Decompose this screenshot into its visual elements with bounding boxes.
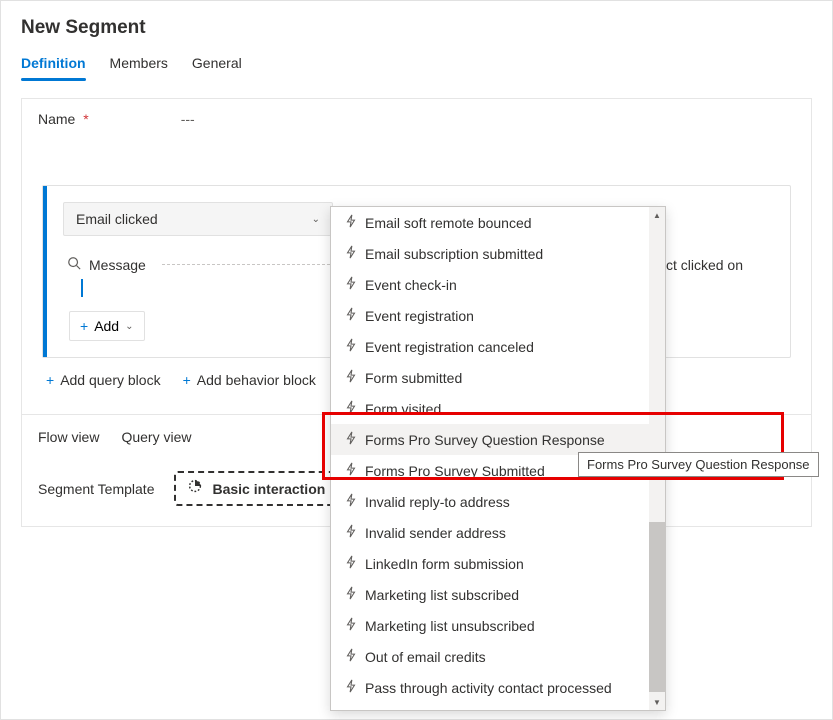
dropdown-item[interactable]: Event registration — [331, 300, 665, 331]
dropdown-item-label: Event check-in — [365, 277, 457, 293]
scroll-down-arrow-icon[interactable]: ▼ — [649, 694, 665, 710]
tab-members[interactable]: Members — [110, 49, 168, 81]
dropdown-item-label: Email subscription submitted — [365, 246, 543, 262]
tab-definition[interactable]: Definition — [21, 49, 86, 81]
dropdown-item[interactable]: Event registration canceled — [331, 331, 665, 362]
lightning-icon — [345, 555, 357, 572]
lightning-icon — [345, 493, 357, 510]
add-condition-button[interactable]: + Add ⌄ — [69, 311, 145, 341]
dropdown-item[interactable]: Email soft remote bounced — [331, 207, 665, 238]
dropdown-item[interactable]: Form visited — [331, 393, 665, 424]
lightning-icon — [345, 679, 357, 696]
query-block-accent — [43, 186, 47, 357]
dropdown-item-label: Forms Pro Survey Question Response — [365, 432, 605, 448]
scroll-up-arrow-icon[interactable]: ▲ — [649, 207, 665, 223]
plus-icon: + — [46, 372, 54, 388]
dropdown-item[interactable]: Forms Pro Survey Question Response — [331, 424, 665, 455]
dropdown-item[interactable]: Pass through activity contact processed — [331, 672, 665, 703]
lightning-icon — [345, 338, 357, 355]
plus-icon: + — [183, 372, 191, 388]
event-selected-label: Email clicked — [76, 211, 158, 227]
dropdown-item-tooltip: Forms Pro Survey Question Response — [578, 452, 819, 477]
required-indicator: * — [83, 111, 88, 127]
template-name-label: Basic interaction — [212, 481, 325, 497]
dropdown-item[interactable]: Invalid reply-to address — [331, 486, 665, 517]
add-button-label: Add — [94, 318, 119, 334]
dropdown-item-label: Out of email credits — [365, 649, 486, 665]
dropdown-item-label: Form visited — [365, 401, 441, 417]
add-query-block-button[interactable]: + Add query block — [46, 372, 161, 388]
dropdown-item[interactable]: Form submitted — [331, 362, 665, 393]
dropdown-item-label: LinkedIn form submission — [365, 556, 524, 572]
name-label: Name — [38, 111, 75, 127]
dropdown-item-label: Pass through activity contact processed — [365, 680, 612, 696]
page-title: New Segment — [1, 1, 832, 49]
lightning-icon — [345, 431, 357, 448]
segment-template-pill[interactable]: Basic interaction — [174, 471, 337, 506]
dropdown-item-label: Email soft remote bounced — [365, 215, 532, 231]
dropdown-item[interactable]: Out of email credits — [331, 641, 665, 672]
name-field-value[interactable]: --- — [181, 111, 195, 127]
flow-view-link[interactable]: Flow view — [38, 429, 99, 445]
template-icon — [186, 477, 204, 500]
event-selector[interactable]: Email clicked ⌄ — [63, 202, 333, 236]
dropdown-item[interactable]: LinkedIn form submission — [331, 548, 665, 579]
dropdown-item[interactable]: Marketing list unsubscribed — [331, 610, 665, 641]
segment-template-label: Segment Template — [38, 481, 154, 497]
dropdown-item-label: Invalid reply-to address — [365, 494, 510, 510]
dropdown-item-label: Form submitted — [365, 370, 462, 386]
dropdown-item[interactable]: Event check-in — [331, 269, 665, 300]
dropdown-scrollbar-thumb[interactable] — [649, 522, 665, 692]
dropdown-item[interactable]: Redirect link clicked — [331, 703, 665, 710]
lightning-icon — [345, 462, 357, 479]
query-view-link[interactable]: Query view — [121, 429, 191, 445]
lightning-icon — [345, 586, 357, 603]
dropdown-item-label: Event registration canceled — [365, 339, 534, 355]
dropdown-item-label: Marketing list subscribed — [365, 587, 519, 603]
lightning-icon — [345, 648, 357, 665]
add-behavior-block-button[interactable]: + Add behavior block — [183, 372, 316, 388]
message-label[interactable]: Message — [89, 257, 146, 273]
chevron-down-icon: ⌄ — [125, 321, 133, 332]
lightning-icon — [345, 617, 357, 634]
add-behavior-block-label: Add behavior block — [197, 372, 316, 388]
dropdown-item[interactable]: Invalid sender address — [331, 517, 665, 548]
dropdown-item-label: Forms Pro Survey Submitted — [365, 463, 545, 479]
dropdown-item-label: Marketing list unsubscribed — [365, 618, 535, 634]
lightning-icon — [345, 369, 357, 386]
name-field-row: Name * --- — [22, 99, 811, 139]
connector-bar — [81, 279, 83, 297]
search-icon — [67, 256, 81, 273]
dropdown-item-label: Event registration — [365, 308, 474, 324]
lightning-icon — [345, 276, 357, 293]
chevron-down-icon: ⌄ — [312, 214, 320, 225]
plus-icon: + — [80, 318, 88, 334]
dropdown-item-label: Invalid sender address — [365, 525, 506, 541]
lightning-icon — [345, 400, 357, 417]
tabs: Definition Members General — [1, 49, 832, 82]
tab-general[interactable]: General — [192, 49, 242, 81]
dropdown-item[interactable]: Marketing list subscribed — [331, 579, 665, 610]
dropdown-item[interactable]: Email subscription submitted — [331, 238, 665, 269]
lightning-icon — [345, 524, 357, 541]
add-query-block-label: Add query block — [60, 372, 160, 388]
lightning-icon — [345, 214, 357, 231]
lightning-icon — [345, 245, 357, 262]
lightning-icon — [345, 307, 357, 324]
